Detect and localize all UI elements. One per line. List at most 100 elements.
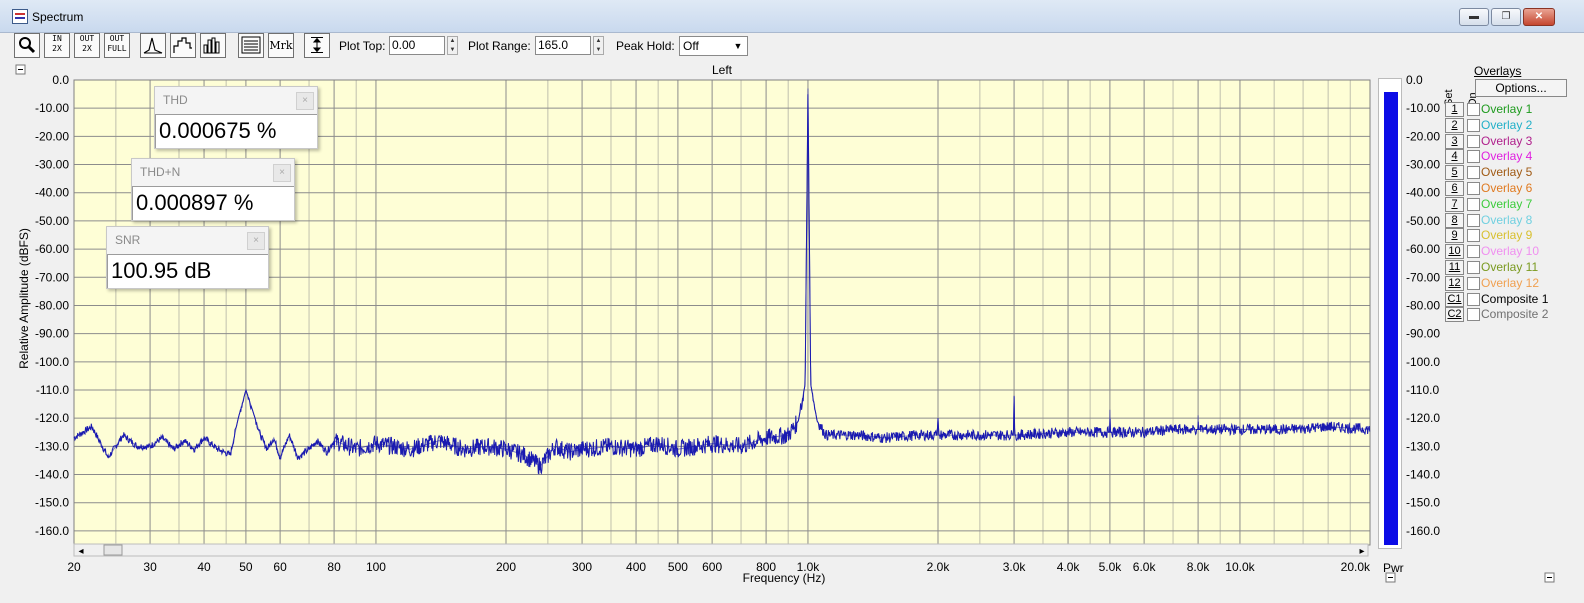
plot-top-label: Plot Top: [339,39,386,53]
maximize-button[interactable]: ❐ [1491,8,1521,26]
overlay-name: Overlay 1 [1481,102,1533,116]
peak-hold-select[interactable]: Off ▼ [679,36,748,56]
y-tick-label: -80.00 [35,298,69,312]
overlay-on-checkbox[interactable] [1467,150,1480,164]
pwr-tick-label: -100.0 [1406,355,1440,369]
overlay-set-button[interactable]: 7 [1445,196,1464,212]
overlay-row: 6 Overlay 6 [1440,181,1584,196]
plot-background [74,80,1370,545]
pwr-tick-label: -140.0 [1406,468,1440,482]
overlay-set-button[interactable]: 10 [1445,244,1464,260]
overlay-on-checkbox[interactable] [1467,134,1480,148]
overlay-on-checkbox[interactable] [1467,118,1480,132]
y-tick-label: -30.00 [35,158,69,172]
overlay-name: Overlay 9 [1481,228,1533,243]
snr-meter-value: 100.95 dB [107,254,268,288]
overlay-set-button[interactable]: 5 [1445,165,1464,181]
x-tick-label: 400 [626,560,646,574]
pwr-tick-label: -50.00 [1406,214,1440,228]
window-title: Spectrum [32,10,84,24]
overlay-name: Composite 1 [1481,291,1549,306]
overlay-set-button[interactable]: 9 [1445,228,1464,244]
close-icon[interactable]: × [296,92,314,110]
overlay-on-checkbox[interactable] [1467,182,1480,195]
minimize-button[interactable]: ▬ [1459,8,1489,26]
pwr-tick-label: -20.00 [1406,129,1440,143]
overlay-row: 3 Overlay 3 [1440,133,1584,149]
thdn-meter-panel[interactable]: THD+N × 0.000897 % [131,158,295,221]
y-tick-label: -90.00 [35,327,69,341]
options-button[interactable]: Options... [1475,79,1567,97]
overlay-set-button[interactable]: 2 [1445,117,1464,133]
pwr-tick-label: -60.00 [1406,242,1440,256]
overlay-on-checkbox[interactable] [1467,276,1480,290]
y-tick-label: -160.0 [35,524,69,538]
step-mode-button[interactable] [170,33,196,58]
x-tick-label: 10.0k [1225,560,1255,574]
overlay-on-checkbox[interactable] [1467,213,1480,227]
overlay-row: 9 Overlay 9 [1440,228,1584,244]
overlay-name: Overlay 12 [1481,275,1540,290]
marker-button[interactable]: Mrk [268,33,294,58]
zoom-in-2x-button[interactable]: IN 2X [44,33,70,58]
line-graph-icon [143,37,163,54]
snr-meter-label: SNR [107,227,268,254]
y-axis-label: Relative Amplitude (dBFS) [17,228,31,369]
zoom-button[interactable] [14,33,40,58]
zoom-out-full-button[interactable]: OUT FULL [104,33,130,58]
thd-meter-panel[interactable]: THD × 0.000675 % [154,86,318,149]
pwr-tick-label: -10.00 [1406,101,1440,115]
pwr-tick-label: -110.0 [1406,383,1439,397]
overlay-on-checkbox[interactable] [1467,229,1480,243]
title-bar[interactable]: Spectrum ▬ ❐ ✕ [0,0,1584,33]
scrollbar-thumb[interactable] [103,544,123,556]
plot-range-input[interactable]: 165.0 [535,36,591,55]
x-tick-label: 30 [143,560,157,574]
plot-top-spinner[interactable]: ▲ ▼ [447,36,458,55]
overlay-on-checkbox[interactable] [1467,308,1480,322]
line-mode-button[interactable] [140,33,166,58]
overlay-on-checkbox[interactable] [1467,261,1480,274]
overlay-set-button[interactable]: C2 [1445,307,1464,323]
y-tick-label: 0.0 [52,73,69,87]
overlay-set-button[interactable]: 12 [1445,275,1464,291]
overlay-on-checkbox[interactable] [1467,166,1480,180]
snr-meter-panel[interactable]: SNR × 100.95 dB [106,226,269,289]
overlay-on-checkbox[interactable] [1467,103,1480,116]
x-tick-label: 200 [496,560,516,574]
x-tick-label: 20 [67,560,81,574]
pwr-tick-label: -130.0 [1406,439,1440,453]
overlay-set-button[interactable]: 4 [1445,149,1464,165]
x-tick-label: 20.0k [1341,560,1371,574]
spectrum-window: Spectrum ▬ ❐ ✕ IN 2X OUT 2X OUT FULL Mrk… [0,0,1584,603]
overlay-set-button[interactable]: 3 [1445,133,1464,149]
y-tick-label: -130.0 [35,439,69,453]
overlay-name: Overlay 10 [1481,244,1540,259]
thdn-meter-value: 0.000897 % [132,186,294,220]
overlay-set-button[interactable]: 8 [1445,212,1464,228]
overlay-set-button[interactable]: C1 [1445,291,1464,307]
overlay-set-button[interactable]: 6 [1445,181,1464,196]
y-tick-label: -120.0 [35,411,69,425]
peak-hold-value: Off [683,39,699,53]
overlay-row: 10 Overlay 10 [1440,244,1584,260]
horizontal-scrollbar[interactable] [73,543,1369,557]
plot-range-spinner[interactable]: ▲ ▼ [593,36,604,55]
close-button[interactable]: ✕ [1523,8,1555,26]
close-icon[interactable]: × [247,232,265,250]
table-button[interactable] [238,33,264,58]
autoscale-button[interactable] [304,33,330,58]
x-tick-label: 80 [327,560,341,574]
overlay-set-button[interactable]: 1 [1445,102,1464,117]
overlay-row: 8 Overlay 8 [1440,212,1584,228]
overlay-on-checkbox[interactable] [1467,197,1480,211]
plot-top-input[interactable]: 0.00 [389,36,445,55]
close-icon[interactable]: × [273,164,291,182]
overlay-on-checkbox[interactable] [1467,245,1480,259]
zoom-out-2x-button[interactable]: OUT 2X [74,33,100,58]
overlay-on-checkbox[interactable] [1467,292,1480,306]
x-tick-label: 2.0k [927,560,951,574]
overlay-set-button[interactable]: 11 [1445,260,1464,275]
bar-mode-button[interactable] [200,33,226,58]
peak-hold-label: Peak Hold: [616,39,675,53]
